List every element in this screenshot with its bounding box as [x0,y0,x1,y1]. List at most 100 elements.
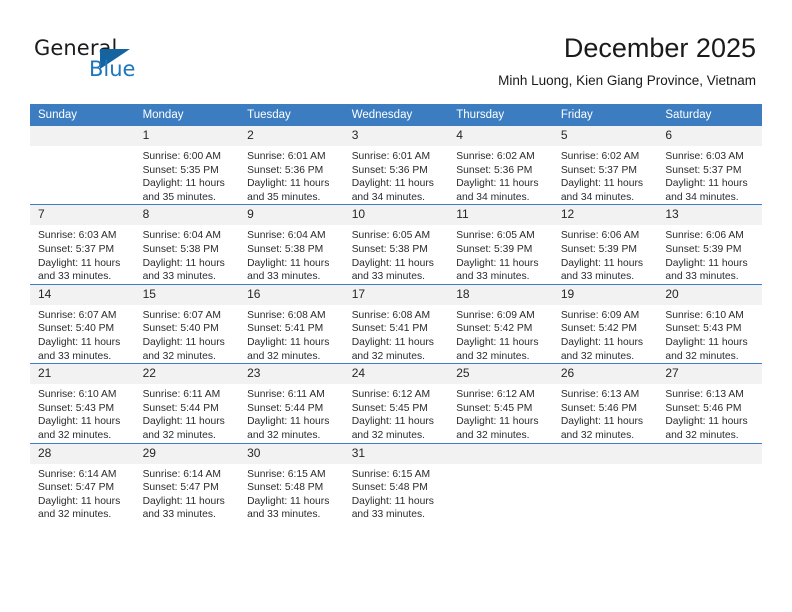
daylight-text-cont: and 32 minutes. [560,350,635,362]
daylight-text: Daylight: 11 hours [142,416,225,428]
sunrise-text: Sunrise: 6:02 AM [560,151,640,162]
day-details: Sunrise: 6:01 AM Sunset: 5:36 PM Daylight:… [239,146,344,204]
sunset-text: Sunset: 5:39 PM [665,243,742,255]
sunset-text: Sunset: 5:38 PM [247,243,324,255]
calendar-day-cell[interactable]: 3 Sunrise: 6:01 AM Sunset: 5:36 PM Daylight… [343,126,449,205]
day-number: 10 [343,205,449,226]
daylight-text: Daylight: 11 hours [38,257,121,269]
daylight-text-cont: and 32 minutes. [456,350,530,362]
calendar-day-cell[interactable]: 7 Sunrise: 6:03 AM Sunset: 5:37 PM Daylight… [30,204,135,285]
calendar-day-cell[interactable]: 20 Sunrise: 6:10 AM Sunset: 5:43 PM Dayligh… [657,283,762,364]
calendar-day-cell[interactable]: 1 Sunrise: 6:00 AM Sunset: 5:35 PM Daylight… [134,126,240,205]
calendar-day-cell[interactable]: 12 Sunrise: 6:06 AM Sunset: 5:39 PM Dayligh… [552,204,658,285]
calendar-day-cell[interactable]: 19 Sunrise: 6:09 AM Sunset: 5:42 PM Dayligh… [552,283,658,364]
calendar-day-cell[interactable]: 14 Sunrise: 6:07 AM Sunset: 5:40 PM Dayligh… [30,283,135,364]
calendar-day-cell[interactable]: 10 Sunrise: 6:05 AM Sunset: 5:38 PM Dayligh… [343,204,449,285]
daylight-text: Daylight: 11 hours [351,416,434,428]
calendar-day-cell[interactable]: 4 Sunrise: 6:02 AM Sunset: 5:36 PM Daylight… [448,126,553,205]
daylight-text-cont: and 35 minutes. [247,191,321,203]
day-details: Sunrise: 6:08 AM Sunset: 5:41 PM Daylight:… [239,305,344,363]
calendar-header-row: Sunday Monday Tuesday Wednesday Thursday Frid… [30,104,762,126]
calendar-day-cell[interactable]: 11 Sunrise: 6:05 AM Sunset: 5:39 PM Dayligh… [448,204,553,285]
day-details: Sunrise: 6:07 AM Sunset: 5:40 PM Daylight:… [135,305,240,363]
sunset-text: Sunset: 5:48 PM [247,482,324,494]
calendar-day-cell[interactable]: 18 Sunrise: 6:09 AM Sunset: 5:42 PM Dayligh… [448,283,553,364]
calendar-day-cell[interactable]: 22 Sunrise: 6:11 AM Sunset: 5:44 PM Dayligh… [134,363,240,443]
calendar-day-cell[interactable]: 30 Sunrise: 6:15 AM Sunset: 5:48 PM Dayligh… [239,442,344,522]
calendar-day-cell[interactable]: 2 Sunrise: 6:01 AM Sunset: 5:36 PM Daylight… [239,126,344,205]
sunset-text: Sunset: 5:47 PM [38,482,115,494]
calendar-day-cell[interactable]: 23 Sunrise: 6:11 AM Sunset: 5:44 PM Dayligh… [239,363,344,443]
sunrise-text: Sunrise: 6:15 AM [351,468,431,480]
calendar-day-cell[interactable]: 9 Sunrise: 6:04 AM Sunset: 5:38 PM Daylight… [239,204,344,285]
daylight-text-cont: and 32 minutes. [38,509,112,521]
day-number: 24 [343,364,449,385]
daylight-text: Daylight: 11 hours [38,336,121,348]
sunrise-text: Sunrise: 6:10 AM [38,389,117,401]
calendar-day-cell[interactable]: 25 Sunrise: 6:12 AM Sunset: 5:45 PM Dayligh… [448,363,553,443]
sunset-text: Sunset: 5:42 PM [560,323,637,335]
sunrise-text: Sunrise: 6:05 AM [456,230,535,242]
sunset-text: Sunset: 5:41 PM [247,323,324,335]
weekday-header-tuesday: Tuesday [239,104,344,126]
calendar-day-cell[interactable]: 21 Sunrise: 6:10 AM Sunset: 5:43 PM Dayligh… [30,363,135,443]
day-details: Sunrise: 6:01 AM Sunset: 5:36 PM Daylight:… [344,146,449,204]
day-number: 1 [134,126,240,146]
sunrise-text: Sunrise: 6:08 AM [247,309,326,321]
daylight-text: Daylight: 11 hours [351,336,434,348]
daylight-text: Daylight: 11 hours [560,178,644,190]
calendar-day-cell[interactable]: 5 Sunrise: 6:02 AM Sunset: 5:37 PM Daylight… [552,126,658,205]
sunrise-text: Sunrise: 6:06 AM [665,230,744,242]
page-title: December 2025 [563,33,756,63]
sunset-text: Sunset: 5:35 PM [142,164,219,176]
daylight-text-cont: and 33 minutes. [142,509,216,521]
sunrise-text: Sunrise: 6:08 AM [351,309,431,321]
day-number: 3 [343,126,449,146]
sunrise-text: Sunrise: 6:00 AM [142,151,221,162]
calendar-day-cell[interactable]: 15 Sunrise: 6:07 AM Sunset: 5:40 PM Dayligh… [134,283,240,364]
title-block: December 2025 Minh Luong, Kien Giang Pro… [498,32,756,89]
calendar-empty-cell [657,442,762,522]
day-details: Sunrise: 6:02 AM Sunset: 5:37 PM Daylight:… [553,146,658,204]
daylight-text: Daylight: 11 hours [456,178,539,190]
weekday-header-friday: Friday [552,104,658,126]
daylight-text: Daylight: 11 hours [247,495,330,507]
calendar-day-cell[interactable]: 13 Sunrise: 6:06 AM Sunset: 5:39 PM Dayligh… [657,204,762,285]
calendar-day-cell[interactable]: 26 Sunrise: 6:13 AM Sunset: 5:46 PM Dayligh… [552,363,658,443]
calendar-day-cell[interactable]: 6 Sunrise: 6:03 AM Sunset: 5:37 PM Daylight… [657,126,762,205]
sunrise-text: Sunrise: 6:04 AM [247,230,326,242]
day-number: 2 [239,126,344,146]
daylight-text-cont: and 32 minutes. [142,350,216,362]
calendar-day-cell[interactable]: 16 Sunrise: 6:08 AM Sunset: 5:41 PM Dayligh… [239,283,344,364]
day-details: Sunrise: 6:15 AM Sunset: 5:48 PM Daylight:… [344,464,449,522]
daylight-text: Daylight: 11 hours [456,257,539,269]
daylight-text-cont: and 33 minutes. [142,271,216,283]
sunrise-text: Sunrise: 6:07 AM [38,309,117,321]
calendar-day-cell[interactable]: 24 Sunrise: 6:12 AM Sunset: 5:45 PM Dayligh… [343,363,449,443]
day-details: Sunrise: 6:06 AM Sunset: 5:39 PM Daylight:… [553,225,658,283]
daylight-text: Daylight: 11 hours [247,178,330,190]
day-number: 26 [552,364,658,385]
day-details: Sunrise: 6:00 AM Sunset: 5:35 PM Daylight:… [135,146,240,204]
day-details: Sunrise: 6:13 AM Sunset: 5:46 PM Daylight:… [657,384,762,442]
calendar-day-cell[interactable]: 27 Sunrise: 6:13 AM Sunset: 5:46 PM Dayligh… [657,363,762,443]
sunset-text: Sunset: 5:40 PM [142,323,219,335]
day-number [552,443,658,464]
daylight-text: Daylight: 11 hours [142,178,225,190]
general-blue-logo[interactable]: General Blue [34,36,214,90]
day-details: Sunrise: 6:09 AM Sunset: 5:42 PM Daylight:… [448,305,553,363]
calendar-day-cell[interactable]: 8 Sunrise: 6:04 AM Sunset: 5:38 PM Daylight… [134,204,240,285]
calendar-day-cell[interactable]: 31 Sunrise: 6:15 AM Sunset: 5:48 PM Dayligh… [343,442,449,522]
sunrise-text: Sunrise: 6:12 AM [351,389,431,401]
sunset-text: Sunset: 5:46 PM [560,402,637,414]
calendar-day-cell[interactable]: 17 Sunrise: 6:08 AM Sunset: 5:41 PM Dayligh… [343,283,449,364]
calendar-day-cell[interactable]: 28 Sunrise: 6:14 AM Sunset: 5:47 PM Dayligh… [30,442,135,522]
day-number [657,443,762,464]
day-details: Sunrise: 6:07 AM Sunset: 5:40 PM Daylight:… [30,305,135,363]
day-number: 28 [30,443,135,464]
sunset-text: Sunset: 5:38 PM [142,243,219,255]
day-number [448,443,553,464]
calendar-day-cell[interactable]: 29 Sunrise: 6:14 AM Sunset: 5:47 PM Dayligh… [134,442,240,522]
sunset-text: Sunset: 5:37 PM [665,164,742,176]
calendar-week-row: 14 Sunrise: 6:07 AM Sunset: 5:40 PM Dayligh… [30,283,762,364]
